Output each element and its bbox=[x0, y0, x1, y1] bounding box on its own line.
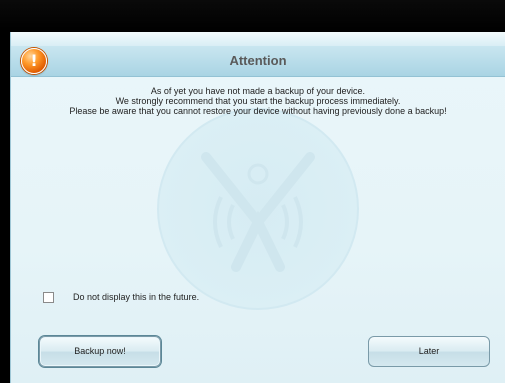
dialog-message: As of yet you have not made a backup of … bbox=[11, 86, 505, 116]
window-top-bar bbox=[0, 0, 505, 32]
dialog-titlebar bbox=[11, 32, 505, 47]
message-line-2: We strongly recommend that you start the… bbox=[115, 96, 401, 106]
message-line-1: As of yet you have not made a backup of … bbox=[150, 86, 366, 96]
backup-now-button[interactable]: Backup now! bbox=[39, 336, 161, 367]
dialog-header: ! Attention bbox=[11, 46, 505, 77]
dont-show-again-row: Do not display this in the future. bbox=[43, 290, 199, 304]
dialog-title: Attention bbox=[229, 53, 287, 68]
attention-dialog: ! Attention As of yet you have not made … bbox=[10, 32, 505, 383]
dont-show-again-label[interactable]: Do not display this in the future. bbox=[73, 292, 199, 302]
message-line-3: Please be aware that you cannot restore … bbox=[69, 106, 447, 116]
device-logo-watermark-icon bbox=[157, 108, 359, 310]
dont-show-again-checkbox[interactable] bbox=[43, 291, 54, 303]
later-button[interactable]: Later bbox=[368, 336, 490, 367]
